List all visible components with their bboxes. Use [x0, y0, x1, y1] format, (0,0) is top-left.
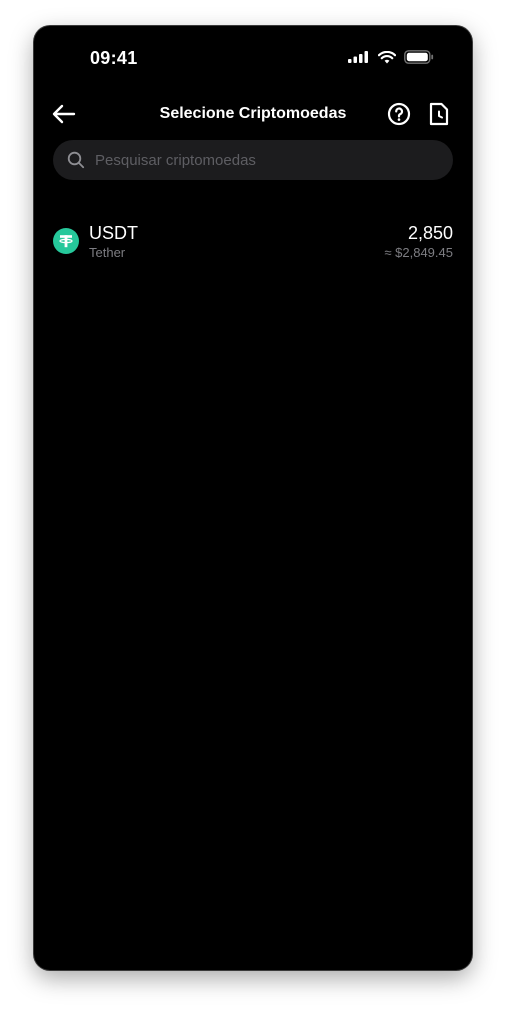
coin-fiat-value: ≈ $2,849.45: [384, 245, 453, 260]
coin-name: Tether: [89, 245, 126, 260]
status-bar: 09:41: [34, 26, 472, 90]
status-icons: [348, 50, 434, 64]
tether-logo-icon: [53, 228, 79, 254]
question-circle-icon: [387, 102, 411, 131]
coin-list-item[interactable]: USDT Tether 2,850 ≈ $2,849.45: [53, 220, 453, 268]
history-button[interactable]: [426, 102, 452, 131]
status-time: 09:41: [90, 48, 138, 68]
document-clock-icon: [428, 102, 450, 131]
search-icon: [67, 151, 85, 169]
battery-icon: [404, 50, 434, 64]
help-button[interactable]: [386, 102, 412, 131]
coin-symbol: USDT: [89, 223, 138, 243]
phone-screen: 09:41 Selecione Criptomoedas Pesquisar c…: [34, 26, 472, 970]
coin-balance: 2,850: [407, 223, 453, 243]
search-input[interactable]: [93, 150, 439, 170]
search-bar[interactable]: [53, 140, 453, 180]
cellular-signal-icon: [348, 51, 370, 63]
header: Selecione Criptomoedas: [34, 98, 472, 134]
wifi-icon: [378, 50, 396, 64]
